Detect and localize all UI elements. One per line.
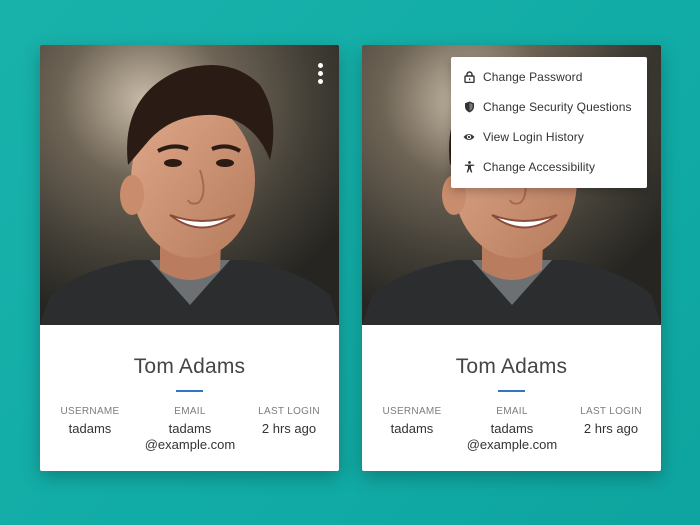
username-label: USERNAME xyxy=(382,406,442,417)
email-field: EMAIL tadams @example.com xyxy=(135,406,245,453)
email-value-line1: tadams xyxy=(490,421,534,436)
menu-item-label: Change Password xyxy=(483,70,583,84)
profile-photo xyxy=(40,45,339,325)
email-value: tadams @example.com xyxy=(457,421,567,453)
email-value-line2: @example.com xyxy=(144,437,236,452)
more-options-icon[interactable] xyxy=(315,61,327,87)
menu-item-label: Change Security Questions xyxy=(483,100,632,114)
email-label: EMAIL xyxy=(174,406,206,417)
email-label: EMAIL xyxy=(496,406,528,417)
email-value-line1: tadams xyxy=(168,421,212,436)
last-login-field: LAST LOGIN 2 hrs ago xyxy=(577,406,645,437)
profile-card: Tom Adams USERNAME tadams EMAIL tadams @… xyxy=(40,45,339,471)
lock-icon xyxy=(463,71,475,83)
last-login-label: LAST LOGIN xyxy=(580,406,642,417)
email-value: tadams @example.com xyxy=(135,421,245,453)
profile-name: Tom Adams xyxy=(455,355,568,378)
username-field: USERNAME tadams xyxy=(382,406,442,437)
last-login-label: LAST LOGIN xyxy=(258,406,320,417)
username-field: USERNAME tadams xyxy=(60,406,120,437)
name-underline xyxy=(176,390,203,392)
username-value: tadams xyxy=(68,421,112,436)
last-login-value: 2 hrs ago xyxy=(583,421,639,436)
last-login-field: LAST LOGIN 2 hrs ago xyxy=(255,406,323,437)
email-field: EMAIL tadams @example.com xyxy=(457,406,567,453)
profile-name: Tom Adams xyxy=(133,355,246,378)
portrait-image xyxy=(40,45,339,325)
menu-item-label: View Login History xyxy=(483,130,584,144)
menu-item-change-accessibility[interactable]: Change Accessibility xyxy=(451,152,647,182)
shield-icon xyxy=(463,101,475,113)
menu-item-label: Change Accessibility xyxy=(483,160,596,174)
email-value-line2: @example.com xyxy=(466,437,558,452)
username-label: USERNAME xyxy=(60,406,120,417)
menu-item-change-security-questions[interactable]: Change Security Questions xyxy=(451,92,647,122)
menu-item-view-login-history[interactable]: View Login History xyxy=(451,122,647,152)
menu-item-change-password[interactable]: Change Password xyxy=(451,62,647,92)
eye-icon xyxy=(463,131,475,143)
name-underline xyxy=(498,390,525,392)
accessibility-icon xyxy=(463,161,475,173)
username-value: tadams xyxy=(390,421,434,436)
last-login-value: 2 hrs ago xyxy=(261,421,317,436)
profile-info: Tom Adams USERNAME tadams EMAIL tadams @… xyxy=(40,325,339,471)
profile-info: Tom Adams USERNAME tadams EMAIL tadams @… xyxy=(362,325,661,471)
account-options-menu: Change Password Change Security Question… xyxy=(451,57,647,188)
